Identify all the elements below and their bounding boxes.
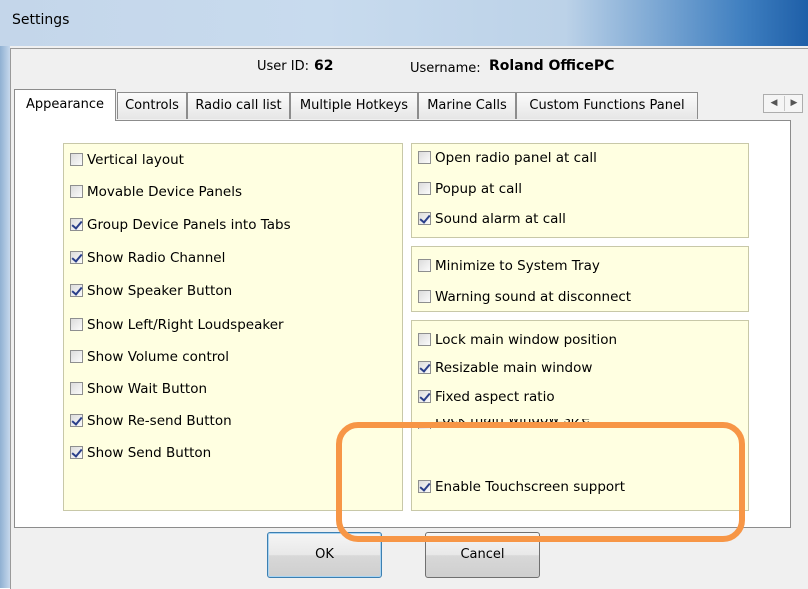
tab-scroll-buttons: ◀ ▶ [763,94,803,113]
checkbox-show-radio-channel[interactable]: Show Radio Channel [70,248,225,268]
checkbox-show-left-right-loudspeaker[interactable]: Show Left/Right Loudspeaker [70,315,284,335]
tab-label: Controls [125,98,179,113]
username-label: Username: [410,61,481,76]
tab-radio-call-list[interactable]: Radio call list [187,92,290,119]
checkbox-icon[interactable] [70,414,83,427]
tab-label: Multiple Hotkeys [299,98,409,113]
checkbox-show-resend-button[interactable]: Show Re-send Button [70,411,232,431]
checkbox-vertical-layout[interactable]: Vertical layout [70,150,184,170]
checkbox-lock-main-window-position[interactable]: Lock main window position [418,330,617,350]
tab-custom-functions-panel[interactable]: Custom Functions Panel [516,92,698,119]
checkbox-icon[interactable] [418,290,431,303]
user-id-label: User ID: [257,59,309,74]
checkbox-show-send-button[interactable]: Show Send Button [70,443,211,463]
checkbox-group-device-panels[interactable]: Group Device Panels into Tabs [70,215,291,235]
checkbox-icon[interactable] [70,382,83,395]
tab-label: Custom Functions Panel [529,98,685,113]
call-options-panel: Open radio panel at call Popup at call S… [411,143,749,238]
checkbox-icon[interactable] [70,185,83,198]
checkbox-show-speaker-button[interactable]: Show Speaker Button [70,281,232,301]
checkbox-icon[interactable] [70,350,83,363]
username-value: Roland OfficePC [489,58,615,74]
checkbox-icon[interactable] [70,284,83,297]
checkbox-icon[interactable] [418,182,431,195]
user-id-value: 62 [314,58,334,74]
checkbox-icon[interactable] [418,333,431,346]
checkbox-icon[interactable] [418,259,431,272]
title-bar[interactable]: Settings [0,0,808,46]
tab-label: Radio call list [195,98,282,113]
tab-multiple-hotkeys[interactable]: Multiple Hotkeys [290,92,418,119]
checkbox-icon[interactable] [418,361,431,374]
highlight-annotation [336,422,745,542]
checkbox-icon[interactable] [418,390,431,403]
checkbox-warning-sound-at-disconnect[interactable]: Warning sound at disconnect [418,287,631,307]
checkbox-sound-alarm-at-call[interactable]: Sound alarm at call [418,209,566,229]
checkbox-icon[interactable] [70,218,83,231]
checkbox-fixed-aspect-ratio[interactable]: Fixed aspect ratio [418,387,555,407]
tab-label: Marine Calls [427,98,507,113]
checkbox-icon[interactable] [418,212,431,225]
arrow-right-icon[interactable]: ▶ [784,96,803,111]
checkbox-icon[interactable] [70,153,83,166]
checkbox-minimize-to-system-tray[interactable]: Minimize to System Tray [418,256,600,276]
tab-marine-calls[interactable]: Marine Calls [418,92,516,119]
checkbox-movable-device-panels[interactable]: Movable Device Panels [70,182,242,202]
checkbox-resizable-main-window[interactable]: Resizable main window [418,358,592,378]
window-title: Settings [12,12,70,28]
checkbox-icon[interactable] [70,251,83,264]
tab-label: Appearance [25,97,105,112]
checkbox-icon[interactable] [70,318,83,331]
checkbox-icon[interactable] [418,151,431,164]
window-frame-left [0,46,10,588]
tab-appearance[interactable]: Appearance [14,89,116,121]
arrow-left-icon[interactable]: ◀ [765,96,783,111]
checkbox-show-wait-button[interactable]: Show Wait Button [70,379,207,399]
checkbox-popup-at-call[interactable]: Popup at call [418,179,522,199]
checkbox-open-radio-panel-at-call[interactable]: Open radio panel at call [418,148,597,168]
checkbox-icon[interactable] [70,446,83,459]
checkbox-show-volume-control[interactable]: Show Volume control [70,347,229,367]
tray-options-panel: Minimize to System Tray Warning sound at… [411,246,749,312]
tab-controls[interactable]: Controls [117,92,187,119]
